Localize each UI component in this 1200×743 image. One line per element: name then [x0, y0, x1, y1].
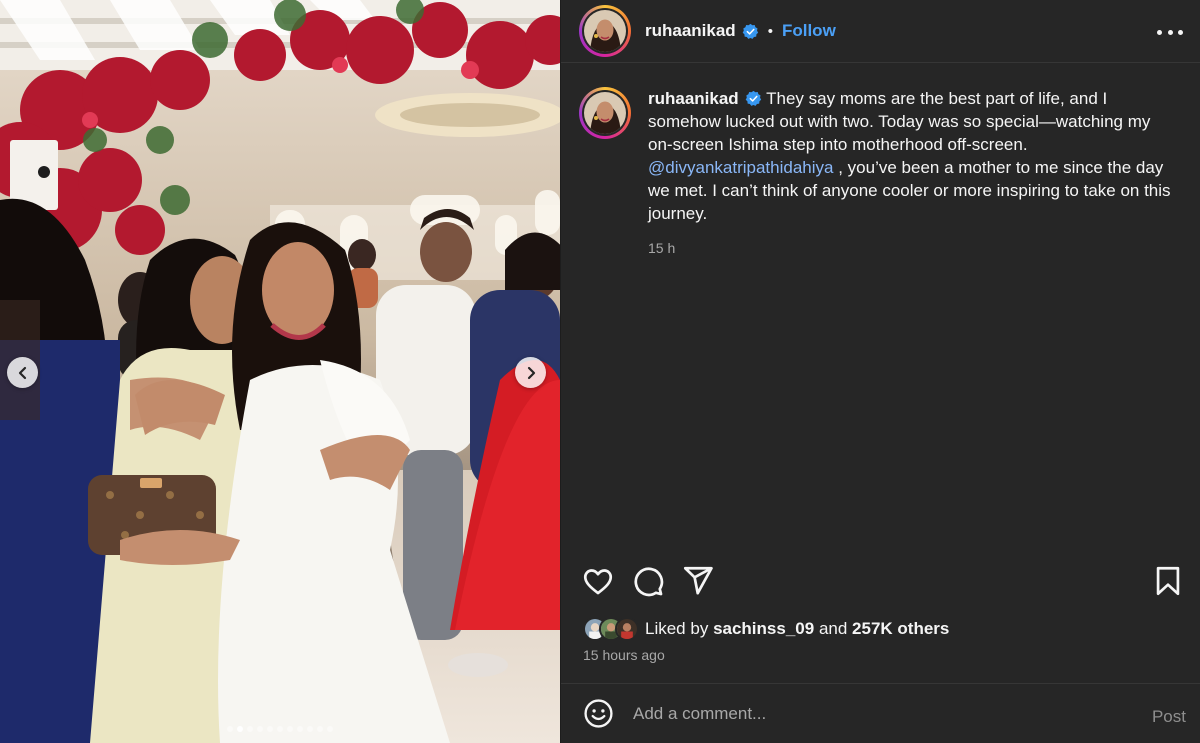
like-button[interactable] [581, 564, 615, 598]
comment-input[interactable] [633, 703, 1113, 724]
more-options-button[interactable] [1157, 20, 1183, 44]
carousel-dot [247, 726, 253, 732]
story-ring[interactable] [579, 5, 631, 57]
liker-avatar [615, 617, 639, 641]
post-photo [0, 0, 560, 743]
carousel-dot [257, 726, 263, 732]
carousel-dot [237, 726, 243, 732]
carousel-dot [267, 726, 273, 732]
liked-by-user-link[interactable]: sachinss_09 [713, 619, 814, 638]
carousel-next-button[interactable] [515, 357, 546, 388]
carousel-prev-button[interactable] [7, 357, 38, 388]
post-comment-button[interactable]: Post [1152, 707, 1186, 727]
caption-timestamp[interactable]: 15 h [648, 237, 1173, 260]
post-author-username[interactable]: ruhaanikad [645, 21, 736, 41]
carousel-dot [307, 726, 313, 732]
post-header: ruhaanikad • Follow [561, 0, 1200, 63]
emoji-button[interactable] [583, 698, 614, 729]
caption-verified-badge-icon [745, 90, 761, 106]
carousel-dot [277, 726, 283, 732]
carousel-dot [327, 726, 333, 732]
header-separator: • [767, 22, 773, 40]
bookmark-icon [1156, 566, 1180, 596]
caption-username[interactable]: ruhaanikad [648, 89, 739, 108]
caption-body: ruhaanikad They say moms are the best pa… [648, 87, 1173, 260]
carousel-indicator [0, 726, 560, 732]
comment-bubble-icon [634, 567, 664, 597]
smiley-icon [584, 699, 613, 728]
liked-by-joiner: and [818, 619, 848, 638]
carousel-dot [297, 726, 303, 732]
share-button[interactable] [681, 564, 715, 598]
post-modal: ruhaanikad • Follow ruhaanikad They say … [0, 0, 1200, 743]
follow-button[interactable]: Follow [782, 21, 836, 41]
paper-plane-icon [683, 566, 713, 595]
likes-summary: Liked by sachinss_09 and 257K others [583, 616, 949, 642]
verified-badge-icon [742, 23, 758, 39]
likes-count-link[interactable]: 257K others [852, 619, 949, 638]
caption-story-ring[interactable] [579, 87, 631, 139]
comment-bar: Post [561, 683, 1200, 743]
comment-button[interactable] [631, 564, 665, 598]
caption: ruhaanikad They say moms are the best pa… [579, 87, 1184, 260]
carousel-dot [227, 726, 233, 732]
carousel-dot [317, 726, 323, 732]
carousel-dot [287, 726, 293, 732]
liker-avatars [583, 617, 639, 641]
more-horizontal-icon [1157, 29, 1162, 35]
post-timestamp[interactable]: 15 hours ago [583, 647, 665, 663]
caption-text: ruhaanikad They say moms are the best pa… [648, 87, 1173, 225]
chevron-left-icon [18, 366, 26, 379]
save-button[interactable] [1151, 564, 1185, 598]
liked-by-prefix: Liked by [645, 619, 709, 638]
avatar [584, 10, 626, 52]
post-media [0, 0, 560, 743]
chevron-right-icon [527, 366, 535, 379]
liked-by-text: Liked by sachinss_09 and 257K others [645, 619, 949, 639]
post-info-panel: ruhaanikad • Follow ruhaanikad They say … [560, 0, 1200, 743]
caption-mention-link[interactable]: @divyankatripathidahiya [648, 158, 833, 177]
heart-icon [583, 569, 613, 595]
action-bar [561, 560, 1200, 602]
caption-avatar [584, 92, 626, 134]
